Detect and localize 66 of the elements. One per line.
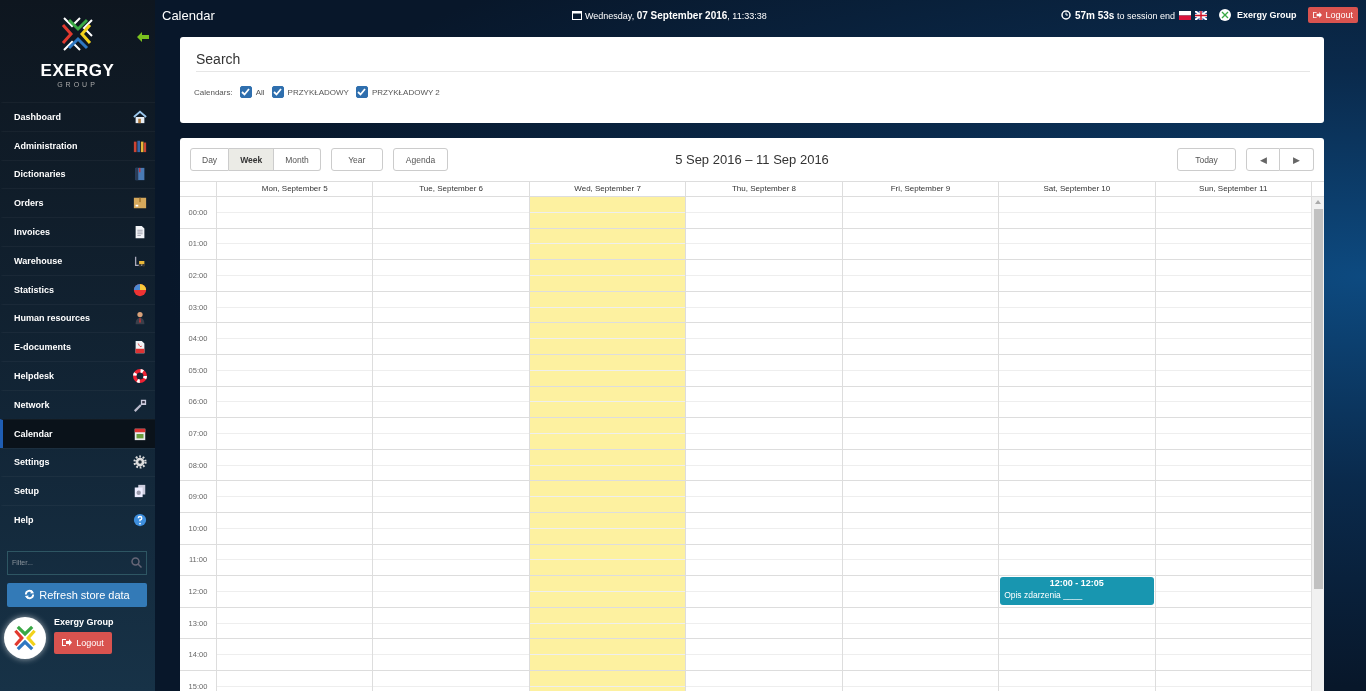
menu-item[interactable]: Orders [0, 188, 155, 218]
lifebuoy-icon [133, 369, 147, 384]
logout-icon [1313, 11, 1323, 19]
view-button[interactable]: Year [330, 148, 383, 171]
menu-item[interactable]: Calendar [0, 418, 155, 448]
view-button[interactable]: Day [190, 148, 230, 171]
avatar-icon [4, 616, 46, 659]
calendar-icon [572, 10, 582, 20]
checkbox[interactable] [239, 86, 252, 98]
date-range-title: 5 Sep 2016 – 11 Sep 2016 [675, 152, 829, 167]
filter-label: Calendars: [194, 87, 233, 97]
day-header: Wed, September 7 [528, 182, 686, 196]
view-button[interactable]: Agenda [392, 148, 449, 171]
page-title: Calendar [162, 7, 216, 23]
logout-icon [62, 638, 73, 648]
menu-item[interactable]: Helpdesk [0, 361, 155, 390]
checkbox-label: PRZYKŁADOWY 2 [371, 87, 440, 97]
day-header: Tue, September 6 [372, 182, 529, 196]
scrollbar[interactable] [1311, 197, 1324, 691]
logout-button[interactable]: Logout [54, 631, 112, 654]
menu-item[interactable]: Help [0, 505, 155, 534]
books-icon [133, 138, 147, 153]
next-button[interactable]: ▶ [1280, 148, 1314, 171]
user-name: Exergy Group [54, 616, 114, 627]
previous-button[interactable]: ◀ [1246, 148, 1280, 171]
search-icon [131, 556, 142, 568]
avatar-icon [1218, 9, 1231, 21]
refresh-button[interactable]: Refresh store data [7, 582, 147, 607]
user-name: Exergy Group [1236, 10, 1297, 20]
event-title: Opis zdarzenia ____ [1004, 590, 1084, 601]
day-header: Mon, September 5 [216, 182, 373, 196]
logo-text: EXERGY [40, 62, 115, 80]
home-icon [133, 109, 147, 124]
clock-icon [1060, 10, 1071, 20]
checkbox[interactable] [355, 86, 368, 98]
logout-button[interactable]: Logout [1308, 7, 1358, 23]
flag-icon[interactable] [1194, 10, 1207, 20]
calendar-icon [133, 426, 147, 441]
day-header: Sat, September 10 [998, 182, 1155, 196]
day-header: Fri, September 9 [841, 182, 999, 196]
flag-icon[interactable] [1178, 10, 1191, 20]
checkbox-label: All [255, 87, 265, 97]
box-icon [133, 196, 147, 211]
files-icon [133, 484, 147, 499]
checkbox[interactable] [271, 86, 284, 98]
event-time: 12:00 - 12:05 [1048, 578, 1105, 589]
document-icon [133, 225, 147, 240]
today-button[interactable]: Today [1177, 148, 1236, 171]
panel-title: Search [196, 51, 1310, 72]
plug-icon [133, 397, 147, 412]
settings-icon [133, 455, 147, 470]
person-icon [133, 311, 147, 326]
session-timer: 57m 53s to session end [1074, 9, 1175, 21]
menu-item[interactable]: Statistics [0, 274, 155, 304]
collapse-arrow-icon[interactable] [137, 32, 149, 42]
help-icon [133, 513, 147, 528]
day-header: Thu, September 8 [685, 182, 842, 196]
current-datetime: Wednesday, 07 September 2016, 11:33:38 [585, 9, 767, 21]
pie-chart-icon [133, 282, 147, 297]
day-header: Sun, September 11 [1154, 182, 1311, 196]
view-button[interactable]: Week [229, 148, 275, 171]
refresh-icon [24, 589, 36, 601]
view-button[interactable]: Month [274, 148, 321, 171]
book-icon [133, 167, 147, 182]
file-icon [133, 340, 147, 355]
checkbox-label: PRZYKŁADOWY [287, 87, 349, 97]
